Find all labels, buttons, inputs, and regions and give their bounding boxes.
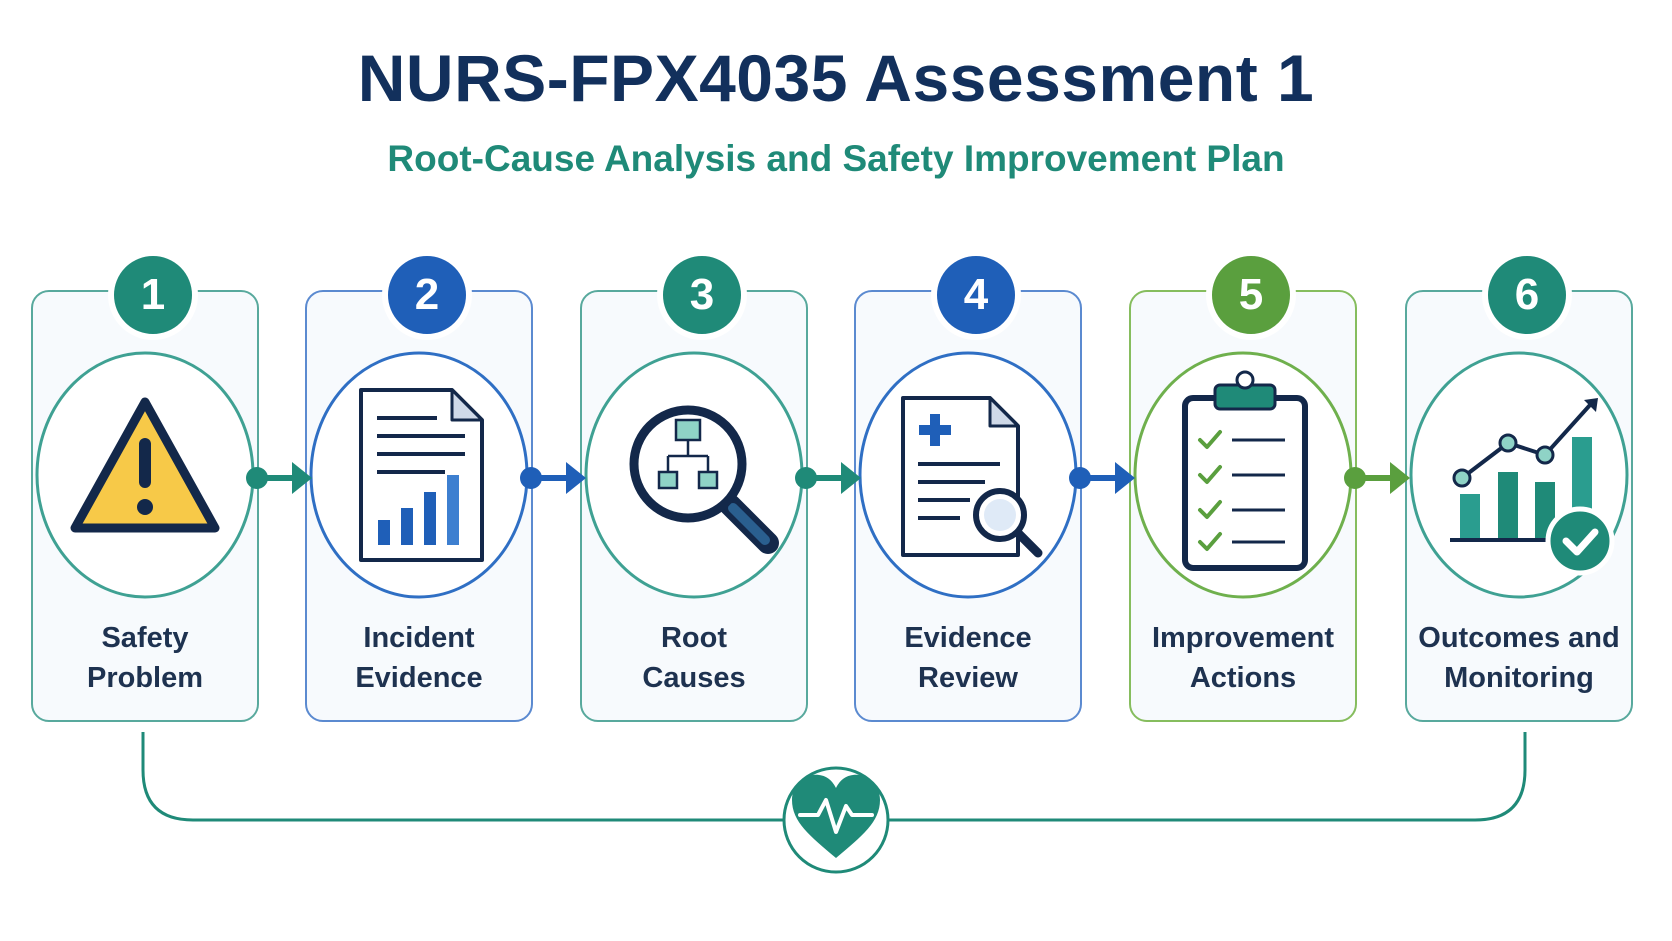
arrow-2-3: [520, 462, 586, 494]
step-label-line: Problem: [86, 662, 204, 694]
arrow-4-5: [1069, 462, 1135, 494]
step-label-6: Outcomes and Monitoring: [1399, 618, 1639, 698]
step-badge-1: 1: [108, 250, 198, 340]
step-label-line: Safety: [101, 622, 189, 654]
step-badge-3: 3: [657, 250, 747, 340]
arrow-1-2: [246, 462, 312, 494]
step-label-3: Root Causes: [574, 618, 814, 698]
step-label-1: Safety Problem: [25, 618, 265, 698]
step-badge-6: 6: [1482, 250, 1572, 340]
step-label-line: Causes: [642, 662, 746, 694]
step-label-line: Evidence: [355, 662, 483, 694]
heart-pulse-icon: [782, 766, 890, 874]
checklist-clipboard-icon: [1182, 370, 1308, 571]
step-label-line: Actions: [1189, 662, 1297, 694]
step-label-line: Review: [918, 662, 1018, 694]
step-badge-4: 4: [931, 250, 1021, 340]
step-badge-5: 5: [1206, 250, 1296, 340]
step-label-line: Monitoring: [1444, 662, 1594, 694]
document-chart-icon: [359, 388, 484, 562]
step-label-line: Root: [660, 622, 728, 654]
step-label-5: Improvement Actions: [1123, 618, 1363, 698]
step-label-line: Outcomes and: [1418, 622, 1620, 654]
step-label-4: Evidence Review: [848, 618, 1088, 698]
step-label-line: Evidence: [904, 622, 1032, 654]
step-badge-2: 2: [382, 250, 472, 340]
step-label-line: Improvement: [1151, 622, 1335, 654]
arrow-3-4: [795, 462, 861, 494]
arrow-5-6: [1344, 462, 1410, 494]
step-label-line: Incident: [363, 622, 475, 654]
process-graphics: [35, 351, 1629, 874]
step-label-2: Incident Evidence: [299, 618, 539, 698]
